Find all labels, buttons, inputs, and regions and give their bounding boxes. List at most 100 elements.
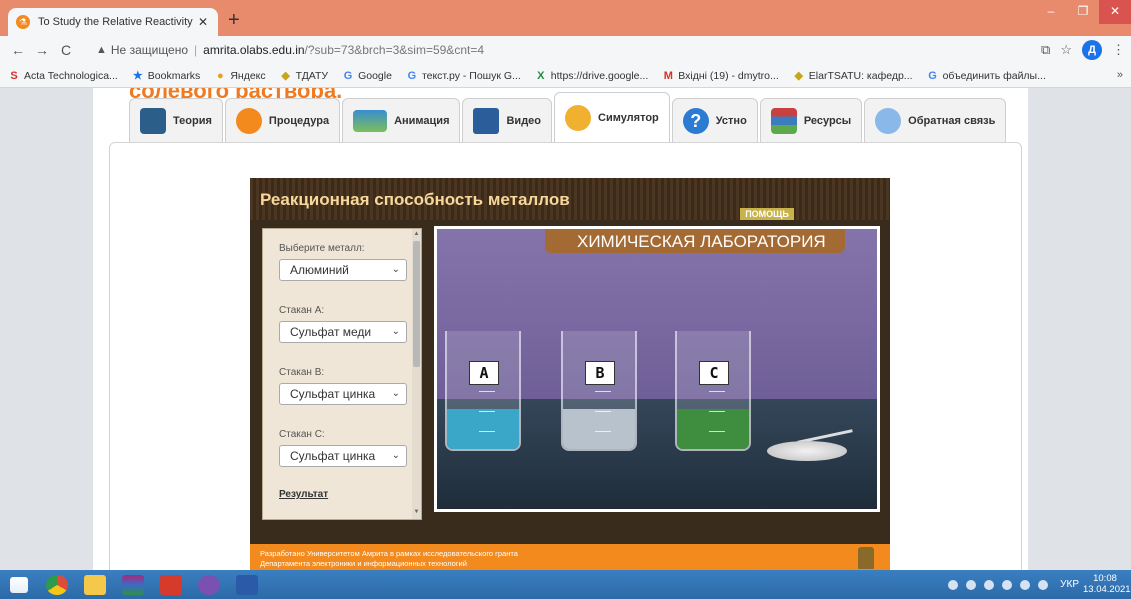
bookmark-item[interactable]: ★ Bookmarks (132, 69, 201, 82)
bookmark-label: объединить файлы... (942, 69, 1046, 82)
bookmark-item[interactable]: M Вхідні (19) - dmytro... (662, 70, 779, 82)
simulator-body: Выберите металл: Алюминий ⌄ Стакан A: Су… (250, 220, 890, 544)
tab-resources[interactable]: Ресурсы (759, 98, 863, 142)
graduation-mark (479, 431, 495, 432)
page-content: солевого раствора. Теория Процедура Анимац… (93, 88, 1028, 570)
chevron-down-icon: ⌄ (391, 388, 400, 399)
taskbar-viber[interactable] (190, 570, 228, 599)
beaker-c-label: Стакан C: (279, 429, 325, 440)
metal-powder-dish[interactable] (767, 441, 847, 461)
beaker-b[interactable]: B (561, 331, 637, 451)
beaker-label: B (585, 361, 615, 385)
page-scrollbar[interactable] (1117, 88, 1131, 570)
folder-icon (84, 574, 106, 595)
graduation-mark (479, 391, 495, 392)
restore-button[interactable]: ❐ (1067, 0, 1099, 24)
taskbar-explorer[interactable] (76, 570, 114, 599)
volume-icon[interactable] (984, 579, 995, 590)
bookmark-item[interactable]: ◆ ТДАТУ (280, 70, 328, 82)
browser-menu-icon[interactable]: ⋮ (1112, 42, 1125, 58)
tab-video[interactable]: Видео (462, 98, 553, 142)
site-favicon-icon: ⚗ (16, 15, 30, 29)
profile-avatar[interactable]: Д (1082, 40, 1102, 60)
back-button[interactable]: ← (6, 42, 30, 58)
tab-oral[interactable]: ? Устно (671, 98, 758, 142)
bookmark-item[interactable]: G Google (342, 70, 392, 82)
bookmark-item[interactable]: S Acta Technologica... (8, 69, 118, 82)
language-indicator[interactable]: УКР (1060, 579, 1079, 590)
new-tab-button[interactable]: + (228, 10, 240, 30)
bookmark-item[interactable]: Xhttps://drive.google... (535, 70, 648, 82)
lab-scene: ХИМИЧЕСКАЯ ЛАБОРАТОРИЯ A B C (434, 226, 880, 512)
bookmark-item[interactable]: ◆ ElarTSATU: кафедр... (793, 70, 913, 82)
tab-label: Видео (506, 114, 542, 127)
bookmark-item[interactable]: ● Яндекс (214, 70, 266, 82)
scroll-down-icon[interactable]: ▼ (412, 509, 421, 515)
bookmark-item[interactable]: Gтекст.ру - Пошук G... (406, 70, 521, 82)
scrollbar-thumb[interactable] (413, 241, 420, 367)
taskbar-word[interactable] (228, 570, 266, 599)
tab-feedback[interactable]: Обратная связь (864, 98, 1007, 142)
bookmarks-bar: S Acta Technologica... ★ Bookmarks ● Яндекс ◆ Т… (0, 64, 1131, 88)
not-secure-icon[interactable]: ▲ (96, 44, 107, 56)
forward-button[interactable]: → (30, 42, 54, 58)
viber-tray-icon[interactable] (1002, 579, 1013, 590)
security-tray-icon[interactable] (1020, 579, 1031, 590)
window-controls: – ❐ ✕ (1035, 0, 1131, 24)
network-icon[interactable] (948, 579, 959, 590)
tab-animation[interactable]: Анимация (342, 98, 461, 142)
taskbar-chrome[interactable] (38, 570, 76, 599)
clock[interactable]: 10:08 13.04.2021 (1083, 573, 1131, 595)
beaker-a[interactable]: A (445, 331, 521, 451)
flag-icon[interactable] (1038, 579, 1049, 590)
tab-label: Теория (173, 114, 212, 127)
beaker-liquid (563, 408, 635, 449)
scroll-up-icon[interactable]: ▲ (412, 231, 421, 237)
tab-simulator[interactable]: Симулятор (554, 92, 670, 142)
beaker-c[interactable]: C (675, 331, 751, 451)
bookmark-favicon-icon: G (407, 69, 417, 82)
lab-title: ХИМИЧЕСКАЯ ЛАБОРАТОРИЯ (577, 232, 826, 251)
start-button[interactable] (0, 570, 38, 599)
url-field[interactable]: ▲ Не защищено | amrita.olabs.edu.in /?su… (96, 39, 1016, 61)
graduation-mark (595, 411, 611, 412)
minimize-button[interactable]: – (1035, 0, 1067, 24)
beaker-b-select[interactable]: Сульфат цинка ⌄ (279, 383, 407, 405)
beaker-a-select[interactable]: Сульфат меди ⌄ (279, 321, 407, 343)
book-icon (140, 107, 166, 134)
taskbar-acrobat[interactable] (152, 570, 190, 599)
tab-label: Устно (715, 114, 747, 127)
tab-procedure[interactable]: Процедура (224, 98, 341, 142)
translate-icon[interactable]: ⧉ (1041, 42, 1050, 58)
bookmark-favicon-icon: ◆ (794, 69, 804, 82)
national-emblem-icon (858, 547, 874, 569)
browser-tab[interactable]: ⚗ To Study the Relative Reactivity o ✕ (8, 8, 218, 36)
control-panel-scrollbar[interactable]: ▲ ▼ (412, 229, 421, 519)
bookmark-favicon-icon: G (928, 69, 937, 82)
metal-select[interactable]: Алюминий ⌄ (279, 259, 407, 281)
tab-close-icon[interactable]: ✕ (196, 15, 210, 29)
bookmark-label: Acta Technologica... (24, 69, 118, 82)
chrome-icon (46, 574, 68, 595)
window-close-button[interactable]: ✕ (1099, 0, 1131, 24)
bookmark-label: ТДАТУ (295, 69, 329, 82)
chevron-down-icon: ⌄ (391, 264, 400, 275)
beaker-c-select[interactable]: Сульфат цинка ⌄ (279, 445, 407, 467)
bookmark-item[interactable]: Gобъединить файлы... (927, 70, 1046, 82)
control-panel: Выберите металл: Алюминий ⌄ Стакан A: Су… (262, 228, 422, 520)
bookmark-label: Bookmarks (147, 69, 201, 82)
taskbar-winrar[interactable] (114, 570, 152, 599)
tray-app-icon[interactable] (966, 579, 977, 590)
reload-button[interactable]: C (54, 42, 78, 58)
beaker-b-label: Стакан B: (279, 367, 325, 378)
result-link[interactable]: Результат (279, 489, 328, 500)
bookmarks-overflow-button[interactable]: » (1117, 69, 1123, 81)
simulator-title: Реакционная способность металлов (260, 190, 570, 209)
tab-theory[interactable]: Теория (129, 98, 223, 142)
animation-icon (353, 109, 388, 132)
windows-taskbar: УКР 10:08 13.04.2021 (0, 570, 1131, 599)
bookmark-favicon-icon: ★ (132, 69, 143, 82)
bookmark-star-icon[interactable]: ☆ (1060, 42, 1072, 58)
beaker-a-select-value: Сульфат меди (290, 325, 372, 339)
system-tray: УКР (948, 570, 1079, 599)
